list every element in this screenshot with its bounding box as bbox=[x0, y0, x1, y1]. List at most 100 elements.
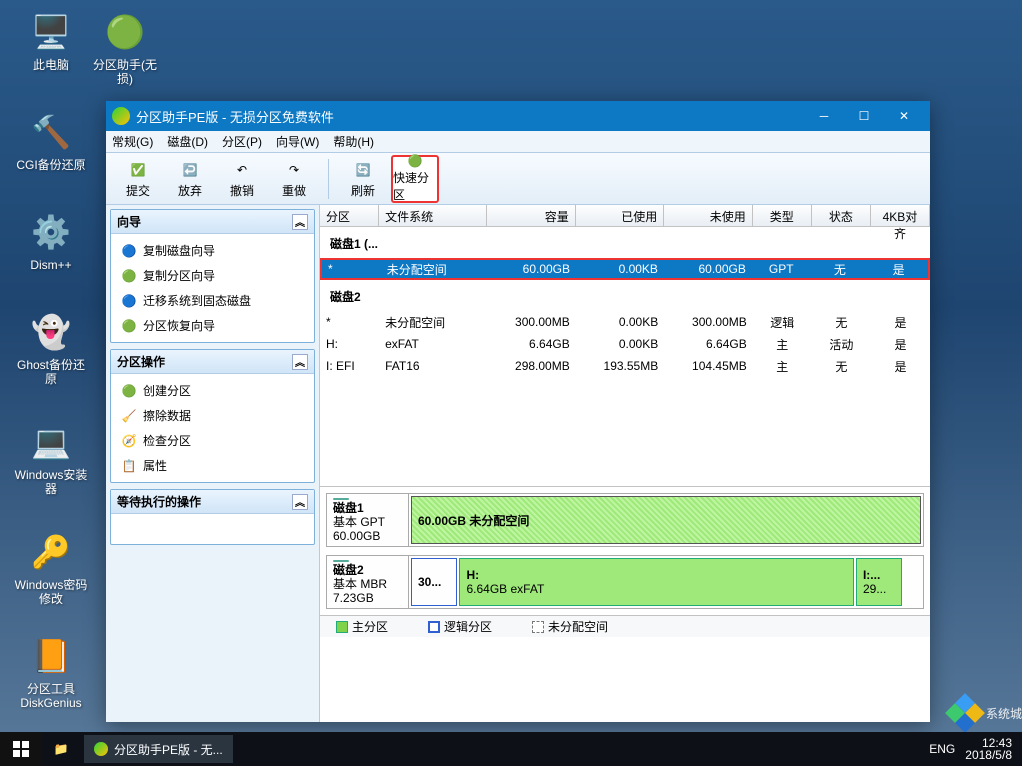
dg-icon: 📙 bbox=[27, 632, 75, 680]
item-icon: 🟢 bbox=[121, 318, 137, 334]
sidebar-item[interactable]: 🔵 复制磁盘向导 bbox=[111, 238, 314, 263]
pc-icon: 🖥️ bbox=[27, 8, 75, 56]
panel-title: 分区操作 bbox=[117, 353, 165, 370]
disk-view: 磁盘1基本 GPT60.00GB60.00GB 未分配空间磁盘2基本 MBR7.… bbox=[320, 487, 930, 615]
disk-icon bbox=[333, 560, 349, 562]
disk-title[interactable]: 磁盘2 bbox=[320, 280, 930, 311]
system-tray[interactable]: ENG 12:43 2018/5/8 bbox=[919, 737, 1022, 761]
taskbar-app-label: 分区助手PE版 - 无... bbox=[114, 741, 223, 758]
menu-item[interactable]: 帮助(H) bbox=[333, 133, 374, 150]
taskbar-app[interactable]: 分区助手PE版 - 无... bbox=[84, 735, 233, 763]
menu-item[interactable]: 分区(P) bbox=[222, 133, 262, 150]
desktop-icon-dism[interactable]: ⚙️Dism++ bbox=[14, 208, 88, 272]
legend: 主分区 逻辑分区 未分配空间 bbox=[320, 615, 930, 637]
item-label: 迁移系统到固态磁盘 bbox=[143, 292, 251, 309]
app-icon bbox=[112, 107, 130, 125]
desktop-icon-pc[interactable]: 🖥️此电脑 bbox=[14, 8, 88, 72]
cgi-icon: 🔨 bbox=[27, 108, 75, 156]
partition-block[interactable]: 30... bbox=[411, 558, 457, 606]
item-icon: 🟢 bbox=[121, 268, 137, 284]
panel-wizard: 向导 ︽ 🔵复制磁盘向导🟢复制分区向导🔵迁移系统到固态磁盘🟢分区恢复向导 bbox=[110, 209, 315, 343]
partition-block[interactable]: 60.00GB 未分配空间 bbox=[411, 496, 921, 544]
commit-button[interactable]: ✅提交 bbox=[114, 155, 162, 203]
column-header[interactable]: 类型 bbox=[753, 205, 812, 226]
language-indicator[interactable]: ENG bbox=[929, 742, 955, 756]
item-label: 创建分区 bbox=[143, 382, 191, 399]
icon-label: 分区工具DiskGenius bbox=[14, 682, 88, 710]
item-icon: 🔵 bbox=[121, 243, 137, 259]
discard-button[interactable]: ↩️放弃 bbox=[166, 155, 214, 203]
column-header[interactable]: 未使用 bbox=[664, 205, 753, 226]
panel-pending: 等待执行的操作 ︽ bbox=[110, 489, 315, 545]
item-icon: 🔵 bbox=[121, 293, 137, 309]
titlebar[interactable]: 分区助手PE版 - 无损分区免费软件 ─ ☐ ✕ bbox=[106, 101, 930, 131]
start-button[interactable] bbox=[0, 732, 42, 766]
legend-logical: 逻辑分区 bbox=[444, 618, 492, 635]
sidebar-item[interactable]: 📋 属性 bbox=[111, 453, 314, 478]
item-label: 复制磁盘向导 bbox=[143, 242, 215, 259]
refresh-button[interactable]: 🔄刷新 bbox=[339, 155, 387, 203]
partition-block[interactable]: I:...29... bbox=[856, 558, 902, 606]
main-content: 分区文件系统容量已使用未使用类型状态4KB对齐 磁盘1 (...*未分配空间60… bbox=[320, 205, 930, 722]
menu-item[interactable]: 向导(W) bbox=[276, 133, 319, 150]
quick-icon: 🟢 bbox=[404, 154, 426, 168]
table-row[interactable]: *未分配空间60.00GB0.00KB60.00GBGPT无是 bbox=[320, 258, 930, 280]
dism-icon: ⚙️ bbox=[27, 208, 75, 256]
desktop-icon-cgi[interactable]: 🔨CGI备份还原 bbox=[14, 108, 88, 172]
disk-title[interactable]: 磁盘1 (... bbox=[320, 227, 930, 258]
desktop-icon-wininst[interactable]: 💻Windows安装器 bbox=[14, 418, 88, 496]
item-label: 属性 bbox=[143, 457, 167, 474]
table-row[interactable]: H:exFAT6.64GB0.00KB6.64GB主活动是 bbox=[320, 333, 930, 355]
wininst-icon: 💻 bbox=[27, 418, 75, 466]
desktop-icon-dg[interactable]: 📙分区工具DiskGenius bbox=[14, 632, 88, 710]
table-row[interactable]: I: EFIFAT16298.00MB193.55MB104.45MB主无是 bbox=[320, 355, 930, 377]
quick-button[interactable]: 🟢快速分区 bbox=[391, 155, 439, 203]
panel-ops: 分区操作 ︽ 🟢创建分区🧹擦除数据🧭检查分区 📋 属性 bbox=[110, 349, 315, 483]
app-icon bbox=[94, 742, 108, 756]
menu-item[interactable]: 磁盘(D) bbox=[167, 133, 208, 150]
clock[interactable]: 12:43 2018/5/8 bbox=[965, 737, 1012, 761]
column-header[interactable]: 已使用 bbox=[576, 205, 665, 226]
column-header[interactable]: 容量 bbox=[487, 205, 576, 226]
column-header[interactable]: 文件系统 bbox=[379, 205, 487, 226]
winpwd-icon: 🔑 bbox=[27, 528, 75, 576]
maximize-button[interactable]: ☐ bbox=[844, 101, 884, 131]
close-button[interactable]: ✕ bbox=[884, 101, 924, 131]
column-header[interactable]: 4KB对齐 bbox=[871, 205, 930, 226]
undo-button[interactable]: ↶撤销 bbox=[218, 155, 266, 203]
table-row[interactable]: *未分配空间300.00MB0.00KB300.00MB逻辑无是 bbox=[320, 311, 930, 333]
menu-item[interactable]: 常规(G) bbox=[112, 133, 153, 150]
column-header[interactable]: 分区 bbox=[320, 205, 379, 226]
collapse-icon[interactable]: ︽ bbox=[292, 354, 308, 370]
taskbar-explorer-icon[interactable]: 📁 bbox=[42, 732, 80, 766]
sidebar-item[interactable]: 🔵 迁移系统到固态磁盘 bbox=[111, 288, 314, 313]
disk-box[interactable]: 磁盘1基本 GPT60.00GB60.00GB 未分配空间 bbox=[326, 493, 924, 547]
item-icon: 📋 bbox=[121, 458, 137, 474]
sidebar-item[interactable]: 🟢复制分区向导 bbox=[111, 263, 314, 288]
sidebar-item[interactable]: 🧭检查分区 bbox=[111, 428, 314, 453]
desktop-icon-pa[interactable]: 🟢分区助手(无损) bbox=[88, 8, 162, 86]
desktop-icon-winpwd[interactable]: 🔑Windows密码修改 bbox=[14, 528, 88, 606]
redo-button[interactable]: ↷重做 bbox=[270, 155, 318, 203]
item-label: 擦除数据 bbox=[143, 407, 191, 424]
collapse-icon[interactable]: ︽ bbox=[292, 494, 308, 510]
column-header[interactable]: 状态 bbox=[812, 205, 871, 226]
panel-body-wizard: 🔵 复制磁盘向导 🟢复制分区向导 🔵 迁移系统到固态磁盘 🟢 分区恢复向导 bbox=[111, 234, 314, 342]
icon-label: Ghost备份还原 bbox=[14, 358, 88, 386]
app-window: 分区助手PE版 - 无损分区免费软件 ─ ☐ ✕ 常规(G) 磁盘(D) 分区(P)… bbox=[106, 101, 930, 722]
taskbar: 📁 分区助手PE版 - 无... ENG 12:43 2018/5/8 bbox=[0, 732, 1022, 766]
desktop-icon-ghost[interactable]: 👻Ghost备份还原 bbox=[14, 308, 88, 386]
sidebar-item[interactable]: 🟢 分区恢复向导 bbox=[111, 313, 314, 338]
sidebar-item[interactable]: 🟢创建分区 bbox=[111, 378, 314, 403]
disk-box[interactable]: 磁盘2基本 MBR7.23GB30...H:6.64GB exFATI:...2… bbox=[326, 555, 924, 609]
collapse-icon[interactable]: ︽ bbox=[292, 214, 308, 230]
minimize-button[interactable]: ─ bbox=[804, 101, 844, 131]
item-label: 分区恢复向导 bbox=[143, 317, 215, 334]
partition-block[interactable]: H:6.64GB exFAT bbox=[459, 558, 853, 606]
ghost-icon: 👻 bbox=[27, 308, 75, 356]
icon-label: Windows安装器 bbox=[14, 468, 88, 496]
legend-unalloc: 未分配空间 bbox=[548, 618, 608, 635]
list-header: 分区文件系统容量已使用未使用类型状态4KB对齐 bbox=[320, 205, 930, 227]
sidebar-item[interactable]: 🧹擦除数据 bbox=[111, 403, 314, 428]
pa-icon: 🟢 bbox=[101, 8, 149, 56]
